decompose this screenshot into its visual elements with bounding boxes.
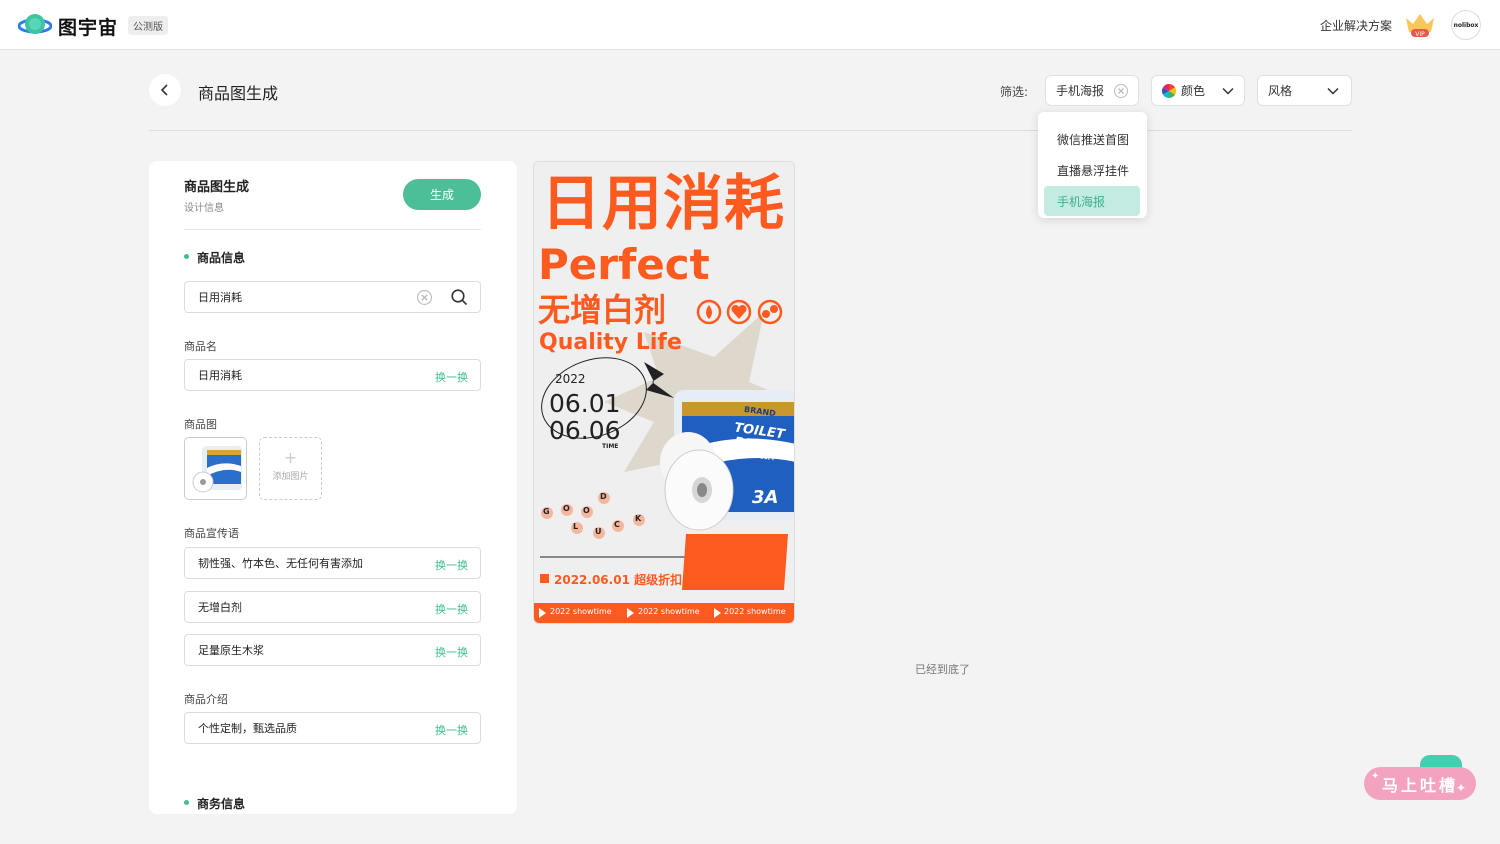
swap-button[interactable]: 换一换 xyxy=(435,557,468,573)
slogan-field[interactable]: 无增白剂 换一换 xyxy=(184,591,481,623)
slogan-label: 商品宣传语 xyxy=(184,527,239,540)
color-filter-label: 颜色 xyxy=(1181,84,1206,98)
top-bar: 图宇宙 公测版 企业解决方案 VIP nolibox xyxy=(0,0,1500,50)
poster-luck-letter: D xyxy=(600,492,607,501)
intro-field[interactable]: 个性定制，甄选品质 换一换 xyxy=(184,712,481,744)
poster-luck-letter: G xyxy=(543,507,550,516)
poster-time-label: TIME xyxy=(602,443,619,450)
poster-luck-letter: L xyxy=(573,522,579,531)
toilet-paper-image xyxy=(192,446,242,493)
brand-name[interactable]: 图宇宙 xyxy=(58,13,118,40)
product-name-field[interactable]: 日用消耗 换一换 xyxy=(184,359,481,391)
menu-item-mobile-poster[interactable]: 手机海报 xyxy=(1044,186,1140,216)
planet-logo-icon[interactable] xyxy=(18,12,52,38)
slogan-value: 无增白剂 xyxy=(198,601,242,614)
add-image-button[interactable]: + 添加图片 xyxy=(259,437,322,500)
add-image-label: 添加图片 xyxy=(272,472,309,482)
page-title: 商品图生成 xyxy=(198,84,279,103)
search-icon[interactable] xyxy=(451,289,468,306)
slogan-value: 足量原生木浆 xyxy=(198,644,264,657)
slogan-field[interactable]: 韧性强、竹本色、无任何有害添加 换一换 xyxy=(184,547,481,579)
poster-year: 2022 xyxy=(555,372,586,386)
type-filter-value: 手机海报 xyxy=(1056,84,1105,98)
poster-preview-card[interactable]: 日用消耗 Perfect 无增白剂 Quality Life 2022 06.0… xyxy=(533,161,795,624)
end-of-list-text: 已经到底了 xyxy=(915,663,970,676)
poster-ticker-text: 2022 showtime xyxy=(724,607,786,616)
enterprise-link[interactable]: 企业解决方案 xyxy=(1320,17,1392,34)
clear-circle-icon[interactable] xyxy=(1114,84,1128,98)
section-product-info: 商品信息 xyxy=(184,249,245,266)
clear-circle-icon[interactable] xyxy=(417,290,432,305)
product-name-label: 商品名 xyxy=(184,340,217,353)
intro-label: 商品介绍 xyxy=(184,693,228,706)
poster-quality-text: Quality Life xyxy=(539,330,682,355)
poster-luck-letter: K xyxy=(635,514,642,523)
design-panel: 商品图生成 设计信息 生成 商品信息 日用消耗 商品名 日用消耗 换一换 商品图… xyxy=(149,161,517,814)
panel-subtitle: 设计信息 xyxy=(184,203,224,214)
chevron-down-icon xyxy=(1222,87,1234,95)
poster-headline: 日用消耗 xyxy=(541,169,785,239)
poster-luck-letter: C xyxy=(614,520,620,529)
poster-perfect-text: Perfect xyxy=(538,240,710,289)
avatar[interactable]: nolibox xyxy=(1451,10,1481,40)
type-dropdown-menu: 微信推送首图 直播悬浮挂件 手机海报 xyxy=(1038,112,1147,218)
product-search-input[interactable]: 日用消耗 xyxy=(184,281,481,313)
product-image-thumbnail[interactable] xyxy=(184,437,247,500)
chevron-left-icon xyxy=(160,84,168,96)
swap-button[interactable]: 换一换 xyxy=(435,644,468,660)
vip-label: VIP xyxy=(1415,31,1425,38)
filter-label: 筛选: xyxy=(1000,85,1029,99)
poster-pack-text: 3A xyxy=(752,487,779,508)
poster-subline: 无增白剂 xyxy=(538,291,667,329)
panel-title: 商品图生成 xyxy=(184,180,250,195)
poster-luck-letter: O xyxy=(583,506,590,515)
chevron-down-icon xyxy=(1327,87,1339,95)
sparkle-icon: ✦ xyxy=(1371,771,1380,782)
back-button[interactable] xyxy=(149,74,181,106)
poster-luck-letter: O xyxy=(563,504,570,513)
poster-ticker-text: 2022 showtime xyxy=(638,607,700,616)
style-filter-label: 风格 xyxy=(1268,84,1293,98)
intro-value: 个性定制，甄选品质 xyxy=(198,722,297,735)
type-filter-select[interactable]: 手机海报 xyxy=(1045,75,1139,106)
color-wheel-icon xyxy=(1162,83,1176,98)
beta-badge: 公测版 xyxy=(128,16,168,35)
product-name-value: 日用消耗 xyxy=(198,369,242,382)
poster-luck-letter: U xyxy=(595,527,602,536)
poster-promo-text: 2022.06.01 超级折扣 xyxy=(554,573,683,587)
poster-ticker-text: 2022 showtime xyxy=(550,607,612,616)
swap-button[interactable]: 换一换 xyxy=(435,722,468,738)
poster-date-start: 06.01 xyxy=(549,389,621,418)
style-filter-select[interactable]: 风格 xyxy=(1257,75,1352,106)
search-input-value: 日用消耗 xyxy=(198,291,242,304)
slogan-field[interactable]: 足量原生木浆 换一换 xyxy=(184,634,481,666)
sparkle-icon: ✦ xyxy=(1456,781,1467,795)
panel-divider xyxy=(184,229,481,230)
swap-button[interactable]: 换一换 xyxy=(435,601,468,617)
header-divider xyxy=(149,130,1352,131)
product-image-label: 商品图 xyxy=(184,418,217,431)
swap-button[interactable]: 换一换 xyxy=(435,369,468,385)
menu-item-wechat-cover[interactable]: 微信推送首图 xyxy=(1044,124,1140,154)
menu-item-live-widget[interactable]: 直播悬浮挂件 xyxy=(1044,155,1140,185)
section-business-info: 商务信息 xyxy=(184,795,245,812)
vip-crown-icon[interactable]: VIP xyxy=(1404,12,1436,38)
color-filter-select[interactable]: 颜色 xyxy=(1151,75,1245,106)
generate-button[interactable]: 生成 xyxy=(403,179,481,210)
slogan-value: 韧性强、竹本色、无任何有害添加 xyxy=(198,557,363,570)
plus-icon: + xyxy=(283,448,298,467)
poster-date-end: 06.06 xyxy=(549,416,621,445)
